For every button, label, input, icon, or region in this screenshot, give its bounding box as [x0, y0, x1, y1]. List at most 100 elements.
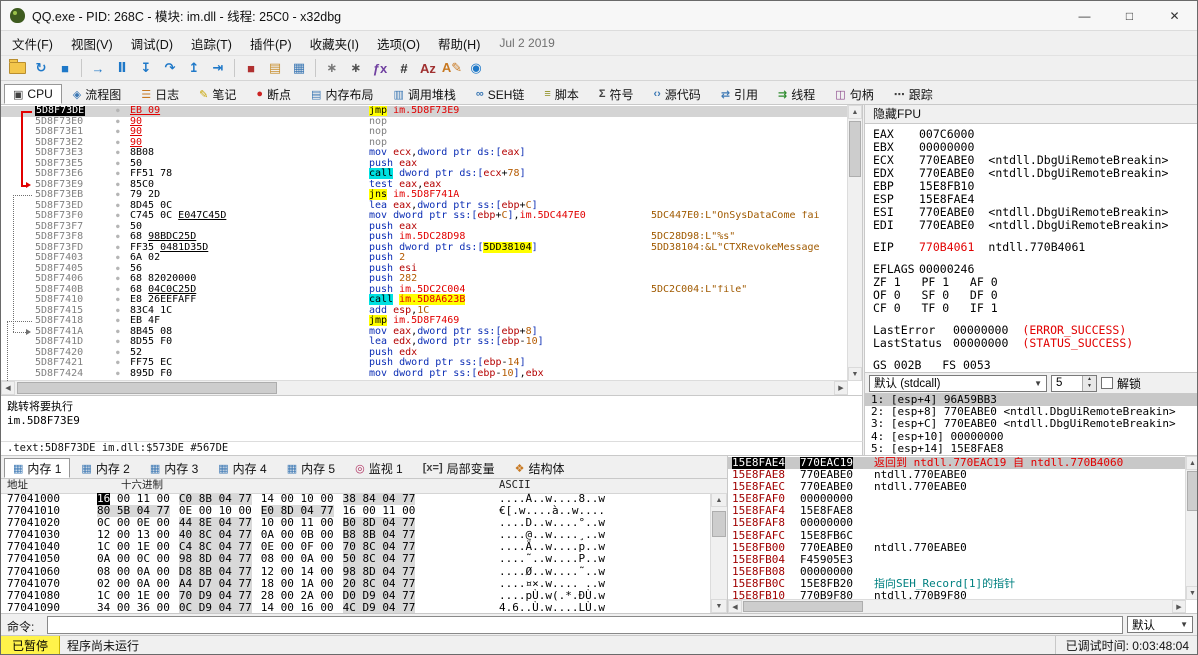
unlock-checkbox[interactable] [1101, 377, 1113, 389]
breakpoint-dot[interactable]: ● [116, 201, 120, 212]
register-row[interactable]: LastStatus00000000(STATUS_SUCCESS) [865, 337, 1198, 350]
stop-debugger-icon[interactable]: ■ [53, 57, 77, 79]
maximize-button[interactable]: □ [1107, 1, 1152, 30]
disasm-row[interactable]: 5D8F7424●895D F0mov dword ptr ss:[ebp-10… [1, 369, 848, 380]
breakpoint-dot[interactable]: ● [116, 295, 120, 306]
log-icon[interactable]: ▤ [263, 57, 287, 79]
dump-row[interactable]: 770410500A 00 0C 0098 8D 04 7708 00 0A 0… [1, 553, 711, 565]
tab-源代码[interactable]: ‹›源代码 [644, 84, 709, 104]
breakpoint-dot[interactable]: ● [116, 117, 120, 128]
pause-icon[interactable]: Ⅱ [110, 57, 134, 79]
breakpoint-dot[interactable]: ● [116, 274, 120, 285]
tab-引用[interactable]: ⇄引用 [712, 84, 767, 104]
bottom-tab-内存 1[interactable]: ▦内存 1 [4, 458, 70, 478]
dump-vscrollbar[interactable]: ▲ ▼ [710, 493, 727, 613]
scroll-right-arrow[interactable]: ▶ [834, 381, 848, 395]
run-to-user-code-icon[interactable]: ⇥ [206, 57, 230, 79]
scroll-up-arrow[interactable]: ▲ [1186, 456, 1198, 470]
settings-gear-icon[interactable]: ∗ [320, 57, 344, 79]
breakpoint-dot[interactable]: ● [116, 316, 120, 327]
plugins-gear-icon[interactable]: ∗ [344, 57, 368, 79]
breakpoint-dot[interactable]: ● [116, 285, 120, 296]
scroll-up-arrow[interactable]: ▲ [711, 493, 727, 507]
stack-row[interactable]: 15E8FAF800000000 [728, 517, 1186, 529]
disasm-row[interactable]: 5D8F741D●8D55 F0lea edx,dword ptr ss:[eb… [1, 337, 848, 348]
mouse-trace-icon[interactable]: ◉ [464, 57, 488, 79]
bottom-tab-内存 4[interactable]: ▦内存 4 [209, 458, 275, 478]
stack-row[interactable]: 15E8FAF415E8FAE8 [728, 505, 1186, 517]
tab-跟踪[interactable]: ⋯跟踪 [885, 84, 942, 104]
tab-日志[interactable]: ☰日志 [132, 84, 188, 104]
menu-item[interactable]: 文件(F) [3, 31, 62, 56]
disasm-row[interactable]: 5D8F73E1●90nop [1, 127, 848, 138]
bottom-tab-局部变量[interactable]: [x=]局部变量 [414, 458, 504, 478]
breakpoint-dot[interactable]: ● [116, 222, 120, 233]
scroll-down-arrow[interactable]: ▼ [1186, 586, 1198, 600]
stack-row[interactable]: 15E8FAEC770EABE0ntdll.770EABE0 [728, 481, 1186, 493]
breakpoint-dot[interactable]: ● [116, 232, 120, 243]
breakpoint-dot[interactable]: ● [116, 243, 120, 254]
breakpoint-dot[interactable]: ● [116, 337, 120, 348]
disasm-row[interactable]: 5D8F73E0●90nop [1, 117, 848, 128]
tab-笔记[interactable]: ✎笔记 [190, 84, 245, 104]
disasm-row[interactable]: 5D8F7405●56push esi [1, 264, 848, 275]
tab-符号[interactable]: Σ符号 [590, 84, 643, 104]
bottom-tab-内存 5[interactable]: ▦内存 5 [278, 458, 344, 478]
breakpoint-dot[interactable]: ● [116, 211, 120, 222]
breakpoint-dot[interactable]: ● [116, 327, 120, 338]
stack-row[interactable]: 15E8FAFC15E8FB6C [728, 530, 1186, 542]
bottom-tab-结构体[interactable]: ❖结构体 [506, 458, 574, 478]
register-row[interactable]: EIP770B4061ntdll.770B4061 [865, 241, 1198, 254]
dump-row[interactable]: 7704106008 00 0A 00D8 8B 04 7712 00 14 0… [1, 566, 711, 578]
disasm-row[interactable]: 5D8F73DE●EB 09jmp im.5D8F73E9 [1, 106, 848, 117]
minimize-button[interactable]: — [1062, 1, 1107, 30]
scroll-right-arrow[interactable]: ▶ [1172, 600, 1186, 613]
stack-hscrollbar[interactable]: ◀ ▶ [728, 599, 1186, 613]
argument-row[interactable]: 5: [esp+14] 15E8FAE8 [865, 443, 1198, 455]
calling-convention-combo[interactable]: 默认 (stdcall) ▼ [869, 375, 1047, 392]
calculator-fx-icon[interactable]: ƒx [368, 57, 392, 79]
step-into-icon[interactable]: ↧ [134, 57, 158, 79]
menu-item[interactable]: 选项(O) [368, 31, 429, 56]
scroll-down-arrow[interactable]: ▼ [848, 367, 862, 381]
stack-row[interactable]: 15E8FAE8770EABE0ntdll.770EABE0 [728, 469, 1186, 481]
tab-断点[interactable]: ●断点 [247, 84, 300, 104]
patches-icon[interactable]: # [392, 57, 416, 79]
breakpoint-dot[interactable]: ● [116, 159, 120, 170]
font-size-icon[interactable]: Az [416, 57, 440, 79]
restart-icon[interactable]: ↻ [29, 57, 53, 79]
breakpoint-dot[interactable]: ● [116, 253, 120, 264]
tab-句柄[interactable]: ◫句柄 [826, 84, 882, 104]
breakpoint-dot[interactable]: ● [116, 148, 120, 159]
hide-fpu-button[interactable]: 隐藏FPU [865, 105, 1198, 124]
breakpoint-dot[interactable]: ● [116, 358, 120, 369]
tab-内存布局[interactable]: ▤内存布局 [302, 84, 382, 104]
argument-row[interactable]: 2: [esp+8] 770EABE0 <ntdll.DbgUiRemoteBr… [865, 406, 1198, 418]
stack-row[interactable]: 15E8FB04F45905E3 [728, 554, 1186, 566]
breakpoint-dot[interactable]: ● [116, 348, 120, 359]
scroll-down-arrow[interactable]: ▼ [711, 599, 727, 613]
disasm-row[interactable]: 5D8F7403●6A 02push 2 [1, 253, 848, 264]
menu-item[interactable]: 调试(D) [122, 31, 182, 56]
tab-线程[interactable]: ⇉线程 [769, 84, 824, 104]
scroll-thumb[interactable] [712, 511, 726, 537]
flags-row[interactable]: GS 002B FS 0053 [865, 359, 1198, 372]
stack-row[interactable]: 15E8FAF000000000 [728, 493, 1186, 505]
menu-item[interactable]: 收藏夹(I) [301, 31, 368, 56]
arg-count-spinner[interactable]: 5 ▲▼ [1051, 375, 1097, 392]
bottom-tab-监视 1[interactable]: ◎监视 1 [346, 458, 412, 478]
scroll-thumb[interactable] [849, 121, 861, 177]
stack-row[interactable]: 15E8FB00770EABE0ntdll.770EABE0 [728, 542, 1186, 554]
tab-脚本[interactable]: ≡脚本 [535, 84, 587, 104]
argument-row[interactable]: 3: [esp+C] 770EABE0 <ntdll.DbgUiRemoteBr… [865, 418, 1198, 430]
breakpoint-dot[interactable]: ● [116, 180, 120, 191]
tab-CPU[interactable]: ▣CPU [4, 84, 62, 104]
breakpoint-dot[interactable]: ● [116, 369, 120, 380]
menu-item[interactable]: 视图(V) [62, 31, 122, 56]
breakpoint-dot[interactable]: ● [116, 190, 120, 201]
open-file-icon[interactable] [5, 57, 29, 79]
bottom-tab-内存 2[interactable]: ▦内存 2 [72, 458, 138, 478]
menu-item[interactable]: 帮助(H) [429, 31, 489, 56]
tab-SEH链[interactable]: ∞SEH链 [467, 84, 534, 104]
stack-row[interactable]: 15E8FB0C15E8FB20指向SEH_Record[1]的指针 [728, 578, 1186, 590]
